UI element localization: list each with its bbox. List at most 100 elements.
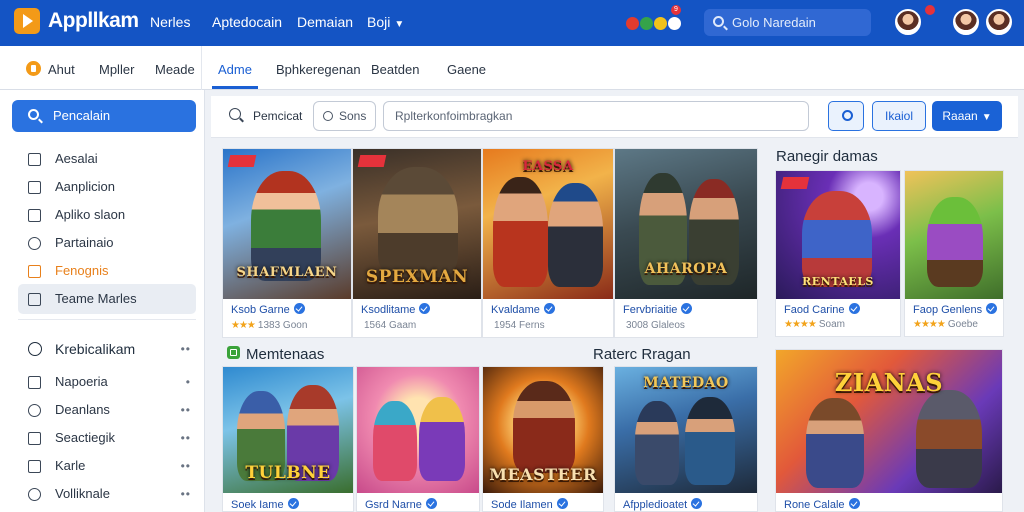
document-icon [28, 460, 41, 473]
divider [201, 46, 202, 90]
topnav-item-3[interactable]: Demaian [297, 14, 353, 30]
game-card[interactable]: Gsrd Narne [356, 366, 480, 512]
sidebar-item[interactable]: Apliko slaon [18, 200, 196, 230]
filter-chip-label: Sons [339, 109, 367, 123]
topnav-item-1[interactable]: Nerles [150, 14, 190, 30]
game-cover-image: AHAROPA [615, 149, 757, 299]
more-icon[interactable]: •• [181, 423, 191, 453]
sidebar-item-label: Deanlans [55, 402, 110, 417]
sidebar-item[interactable]: Napoeria • [18, 367, 196, 397]
sidebar-section-title: Krebicalikam [55, 341, 136, 357]
game-character [419, 397, 465, 481]
sidebar-item[interactable]: Seactiegik •• [18, 423, 196, 453]
game-cover-image: SPEXMAN [353, 149, 481, 299]
subnav-item[interactable]: Beatden [371, 62, 419, 77]
game-cover-image [357, 367, 479, 493]
section-title: Ranegir damas [776, 148, 878, 165]
game-card[interactable]: SPEXMAN Ksodlitame 1564 Gaam [352, 148, 482, 338]
topnav-item-2[interactable]: Aptedocain [212, 14, 282, 30]
search-icon [28, 109, 39, 120]
game-meta: 3008 Glaleos [623, 320, 685, 331]
avatar[interactable] [895, 9, 921, 35]
sidebar-item-highlight[interactable]: Fenognis [18, 256, 196, 286]
topnav-dropdown[interactable]: Boji ▼ [367, 14, 404, 30]
calendar-icon [28, 432, 41, 445]
game-cover-image [905, 171, 1003, 299]
app-logo[interactable]: Appllkam [14, 8, 139, 34]
info-icon [28, 342, 42, 356]
rating-stars: ★★★ [231, 320, 256, 331]
game-character [548, 183, 603, 287]
avatar[interactable] [953, 9, 979, 35]
game-character [927, 197, 983, 287]
avatar[interactable] [986, 9, 1012, 35]
game-card[interactable]: MATEDAO Afppledioatet [614, 366, 758, 512]
subnav-item[interactable]: Bphkeregenan [276, 62, 361, 77]
play-logo-icon [14, 8, 40, 34]
search-button[interactable] [828, 101, 864, 131]
subnav-item[interactable]: Mpller [99, 62, 134, 77]
game-card[interactable]: EASSA Kvaldame 1954 Ferns [482, 148, 614, 338]
top-search-input[interactable]: Golo Naredain [704, 9, 871, 36]
sidebar-item[interactable]: Deanlans •• [18, 395, 196, 425]
game-card[interactable]: Faop Genlens ★★★★ Goebe [904, 170, 1004, 337]
tab-active[interactable]: Adme [218, 62, 252, 77]
sidebar-item[interactable]: Partainaio [18, 228, 196, 258]
more-icon[interactable]: •• [181, 339, 191, 359]
sidebar-item[interactable]: Karle •• [18, 451, 196, 481]
section-title: Raterc Rragan [593, 346, 691, 363]
sidebar-item[interactable]: Aesalai [18, 144, 196, 174]
user-icon [28, 404, 41, 417]
game-cover-image: SHAFMLAEN [223, 149, 351, 299]
game-card[interactable]: SHAFMLAEN Ksob Garne ★★★ 1383 Goon [222, 148, 352, 338]
game-meta: ★★★★ Soam [784, 319, 845, 330]
verified-icon [543, 303, 555, 314]
game-card[interactable]: RENTAELS Faod Carine ★★★★ Soam [775, 170, 901, 337]
search-icon [229, 108, 241, 120]
game-name: Afppledioatet [623, 498, 703, 511]
game-cover-image: MATEDAO [615, 367, 757, 493]
game-cover-title: EASSA [522, 159, 574, 174]
star-icon [28, 265, 41, 278]
grid-icon [28, 153, 41, 166]
top-header: Appllkam Nerles Aptedocain Demaian Boji ▼… [0, 0, 1024, 46]
search-icon [842, 110, 853, 121]
game-card[interactable]: MEASTEER Sode Ilamen [482, 366, 604, 512]
subnav-item[interactable]: Gaene [447, 62, 486, 77]
game-character [513, 381, 575, 473]
more-icon[interactable]: •• [181, 479, 191, 509]
game-name: Gsrd Narne [365, 498, 437, 511]
sidebar-item-label: Partainaio [55, 235, 114, 250]
game-meta-text: Soam [818, 319, 845, 330]
sidebar-section-header[interactable]: Krebicalikam •• [18, 339, 196, 359]
game-meta-text: 1564 Gaam [364, 320, 417, 331]
sidebar-item-active[interactable]: Teame Marles [18, 284, 196, 314]
game-name-text: Rone Calale [784, 499, 845, 511]
chevron-down-icon: ▼ [981, 112, 992, 123]
sidebar-search-button[interactable]: Pencalain [12, 100, 196, 132]
more-icon[interactable]: •• [181, 451, 191, 481]
game-card[interactable]: TULBNE Soek Iame [222, 366, 354, 512]
game-meta-text: Goebe [947, 319, 978, 330]
sidebar-item[interactable]: Volliknale •• [18, 479, 196, 509]
more-icon[interactable]: •• [181, 395, 191, 425]
sidebar-item-label: Apliko slaon [55, 207, 126, 222]
verified-icon [691, 498, 703, 509]
verified-icon [419, 303, 431, 314]
game-card[interactable]: AHAROPA Fervbriaitie 3008 Glaleos [614, 148, 758, 338]
game-card-featured[interactable]: ZIANAS Rone Calale [775, 349, 1003, 512]
subnav-item[interactable]: Meade [155, 62, 195, 77]
primary-dropdown-button[interactable]: Raaan ▼ [932, 101, 1002, 131]
query-input[interactable]: Rplterkonfoimbragkan [383, 101, 809, 131]
secondary-action-button[interactable]: Ikaiol [872, 101, 926, 131]
sidebar-item[interactable]: Aanplicion [18, 172, 196, 202]
game-name-text: Kvaldame [491, 304, 540, 316]
subnav-item[interactable]: Ahut [48, 62, 75, 77]
secondary-nav: Ahut Mpller Meade Adme Bphkeregenan Beat… [0, 46, 1024, 90]
game-character [493, 177, 548, 287]
game-meta: 1564 Gaam [361, 320, 416, 331]
game-name: Faod Carine [784, 303, 860, 316]
chat-icon [28, 237, 41, 250]
more-icon[interactable]: • [186, 367, 191, 397]
filter-chip[interactable]: Sons [313, 101, 376, 131]
